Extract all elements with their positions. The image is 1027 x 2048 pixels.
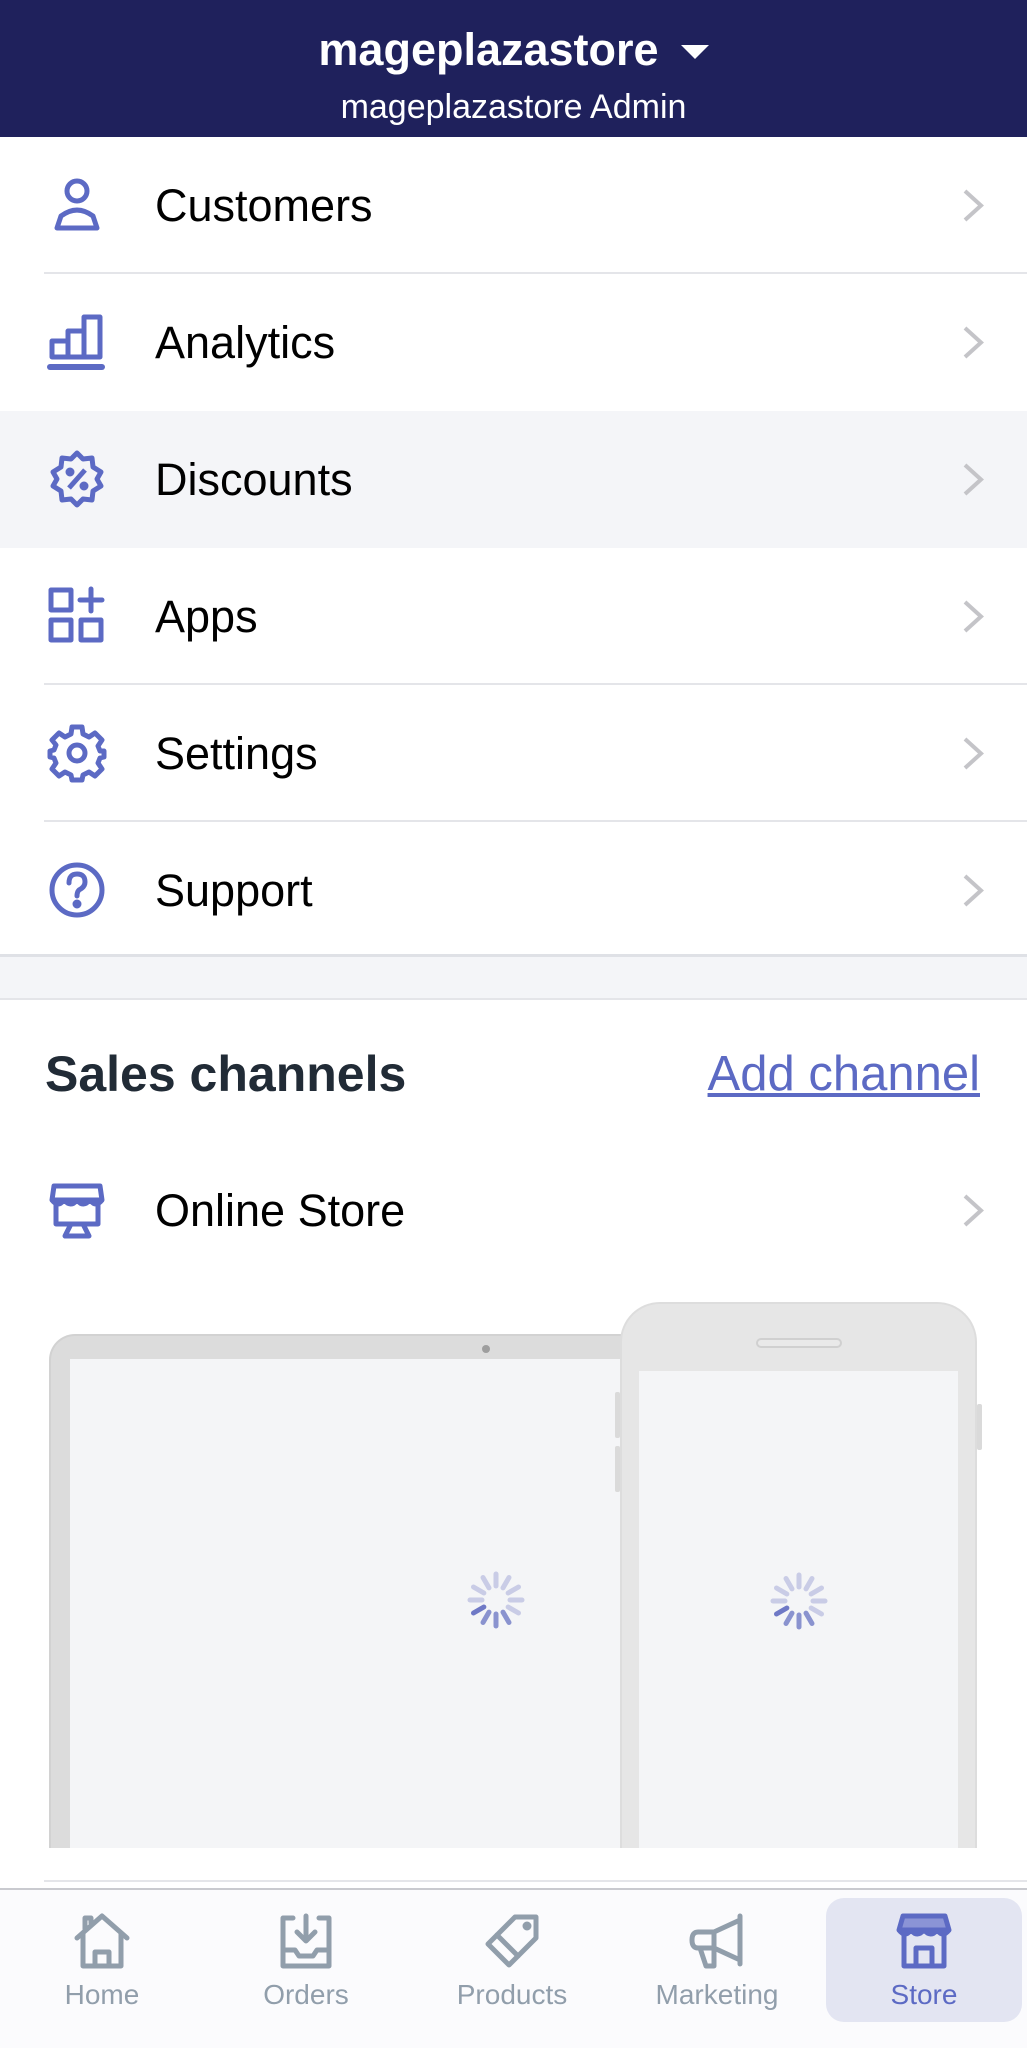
store-menu: Customers Analytics Discounts Apps Setti… [0, 137, 1027, 959]
chevron-right-icon [963, 189, 984, 222]
tab-label: Marketing [655, 1979, 779, 2010]
tag-icon [485, 1914, 539, 1968]
spinner-spoke [480, 1609, 492, 1626]
desktop-preview-screen [70, 1359, 647, 1848]
menu-item-label: Customers [155, 180, 373, 231]
gear-icon [46, 722, 108, 784]
menu-item-label: Support [155, 865, 313, 916]
store-header[interactable]: mageplazastore mageplazastore Admin [0, 0, 1027, 137]
store-subtitle: mageplazastore Admin [340, 88, 687, 126]
laptop-camera [482, 1345, 490, 1353]
tab-orders[interactable]: Orders [208, 1898, 404, 2022]
divider [44, 1880, 1027, 1882]
tab-label: Home [64, 1979, 140, 2010]
spinner-spoke [500, 1609, 512, 1626]
menu-item-customers[interactable]: Customers [0, 137, 1027, 274]
megaphone-icon [689, 1913, 743, 1969]
spinner-spoke [803, 1610, 815, 1627]
chevron-right-icon [963, 737, 984, 770]
spinner-spoke [480, 1574, 492, 1591]
section-separator [0, 954, 1027, 1000]
menu-item-label: Apps [155, 591, 258, 642]
chevron-right-icon [963, 874, 984, 907]
spinner-spoke [470, 1584, 487, 1596]
chevron-right-icon [963, 1194, 984, 1227]
tab-store[interactable]: Store [826, 1898, 1022, 2022]
caret-down-icon[interactable] [680, 45, 709, 59]
phone-button [615, 1446, 620, 1492]
tab-home[interactable]: Home [4, 1898, 200, 2022]
phone-button [615, 1392, 620, 1438]
spinner-spoke [470, 1604, 487, 1616]
spinner-spoke [808, 1605, 825, 1617]
home-icon [74, 1913, 130, 1969]
mobile-preview-screen [639, 1371, 958, 1848]
chevron-right-icon [963, 463, 984, 496]
loading-spinner-icon [467, 1571, 525, 1629]
menu-item-analytics[interactable]: Analytics [0, 274, 1027, 411]
store-switcher[interactable]: mageplazastore [0, 22, 1027, 78]
customer-icon [46, 174, 108, 236]
orders-icon [280, 1913, 332, 1969]
apps-icon [46, 585, 108, 647]
spinner-spoke [500, 1574, 512, 1591]
online-store-preview[interactable] [0, 1290, 1027, 1850]
tab-products[interactable]: Products [414, 1898, 610, 2022]
discount-icon [46, 448, 108, 510]
menu-item-discounts[interactable]: Discounts [0, 411, 1027, 548]
desktop-preview [49, 1334, 649, 1848]
bottom-tab-bar: Home Orders Products Marketing Store [0, 1888, 1027, 2048]
store-icon [46, 1180, 108, 1242]
channel-online-store[interactable]: Online Store [0, 1142, 1027, 1279]
menu-item-settings[interactable]: Settings [0, 685, 1027, 822]
spinner-spoke [783, 1610, 795, 1627]
spinner-spoke [783, 1575, 795, 1592]
help-icon [46, 859, 108, 921]
spinner-spoke [803, 1575, 815, 1592]
chevron-right-icon [963, 600, 984, 633]
spinner-spoke [773, 1605, 790, 1617]
sales-channels-heading: Sales channels [45, 1046, 407, 1102]
menu-item-support[interactable]: Support [0, 822, 1027, 959]
mobile-preview [615, 1302, 982, 1848]
tab-label: Store [890, 1979, 958, 2010]
menu-item-label: Settings [155, 728, 318, 779]
tab-marketing[interactable]: Marketing [619, 1898, 815, 2022]
spinner-spoke [808, 1585, 825, 1597]
menu-item-label: Analytics [155, 317, 336, 368]
tab-label: Orders [263, 1979, 349, 2010]
phone-speaker [756, 1338, 842, 1348]
loading-spinner-icon [770, 1572, 828, 1630]
menu-item-label: Discounts [155, 454, 353, 505]
spinner-spoke [505, 1604, 522, 1616]
channel-label: Online Store [155, 1185, 406, 1236]
store-name[interactable]: mageplazastore [318, 22, 658, 78]
spinner-spoke [505, 1584, 522, 1596]
add-channel-link[interactable]: Add channel [708, 1044, 980, 1104]
phone-button [977, 1404, 982, 1450]
analytics-icon [46, 311, 108, 373]
spinner-spoke [773, 1585, 790, 1597]
chevron-right-icon [963, 326, 984, 359]
store-icon [896, 1913, 952, 1969]
tab-label: Products [456, 1979, 568, 2010]
menu-item-apps[interactable]: Apps [0, 548, 1027, 685]
